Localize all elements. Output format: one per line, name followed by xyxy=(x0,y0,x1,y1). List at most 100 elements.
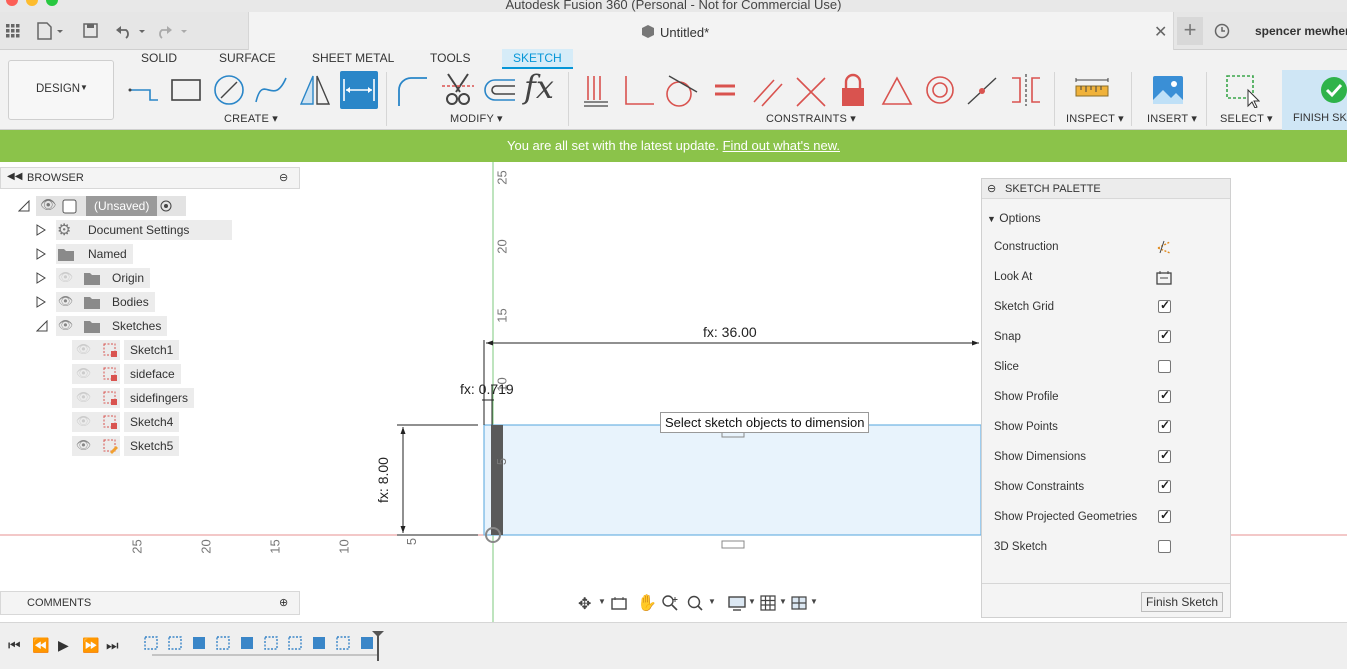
measure-ruler-icon[interactable] xyxy=(1074,72,1110,108)
zoom-window-icon[interactable] xyxy=(687,595,703,611)
parallel-constraint-icon[interactable] xyxy=(750,72,786,108)
redo-icon[interactable] xyxy=(157,23,189,39)
concentric-constraint-icon[interactable] xyxy=(922,72,958,108)
perpendicular-constraint-icon[interactable] xyxy=(620,72,656,108)
expanded-arrow-icon[interactable] xyxy=(36,320,48,332)
close-tab-icon[interactable]: ✕ xyxy=(1154,22,1167,42)
spline-tool-icon[interactable] xyxy=(253,72,289,108)
small-dimension-value[interactable]: fx: 0.719 xyxy=(460,381,514,397)
hidden-eye-icon[interactable]: 👁 xyxy=(58,270,73,284)
snap-checkbox[interactable] xyxy=(1158,328,1171,343)
sketch-grid-checkbox[interactable] xyxy=(1158,298,1171,313)
add-comment-icon[interactable]: ⊕ xyxy=(279,596,288,609)
undo-icon[interactable] xyxy=(115,23,147,39)
document-tab[interactable]: Untitled* ✕ xyxy=(248,12,1174,50)
trim-tool-icon[interactable] xyxy=(440,72,476,108)
zoom-icon[interactable] xyxy=(662,595,678,611)
insert-menu[interactable]: INSERT ▾ xyxy=(1147,112,1197,125)
fix-lock-icon[interactable] xyxy=(835,72,871,108)
pan-hand-icon[interactable]: ✋ xyxy=(637,593,657,613)
finish-sketch-group[interactable]: FINISH SKE xyxy=(1282,70,1347,130)
visibility-eye-icon[interactable]: 👁 xyxy=(40,197,57,213)
browser-root-node[interactable]: 👁 (Unsaved) xyxy=(36,196,186,216)
apps-grid-icon[interactable] xyxy=(6,24,20,38)
visibility-eye-icon[interactable]: 👁 xyxy=(58,318,73,332)
user-account-button[interactable]: spencer mewhert xyxy=(1255,24,1347,38)
collinear-constraint-icon[interactable] xyxy=(964,72,1000,108)
save-icon[interactable] xyxy=(83,23,98,38)
symmetry-constraint-icon[interactable] xyxy=(1008,72,1044,108)
slice-checkbox[interactable] xyxy=(1158,360,1171,373)
3d-sketch-checkbox[interactable] xyxy=(1158,540,1171,553)
parameters-fx-icon[interactable]: fx xyxy=(524,68,560,106)
insert-image-icon[interactable] xyxy=(1150,72,1186,108)
go-to-end-icon[interactable]: ⏭ xyxy=(106,637,119,654)
chevron-down-icon[interactable]: ▼ xyxy=(779,597,787,606)
modify-menu[interactable]: MODIFY ▾ xyxy=(450,112,503,125)
hidden-eye-icon[interactable]: 👁 xyxy=(76,366,91,380)
options-section-toggle[interactable]: ▼ Options xyxy=(987,211,1041,225)
minimize-panel-icon[interactable]: ⊖ xyxy=(279,171,288,184)
tab-solid[interactable]: SOLID xyxy=(141,51,177,65)
chevron-down-icon[interactable]: ▼ xyxy=(748,597,756,606)
create-menu[interactable]: CREATE ▾ xyxy=(224,112,278,125)
tab-sketch[interactable]: SKETCH xyxy=(502,49,573,69)
perpendicular-cross-icon[interactable] xyxy=(793,72,829,108)
height-dimension-value[interactable]: fx: 8.00 xyxy=(375,457,391,503)
fillet-tool-icon[interactable] xyxy=(395,72,431,108)
tab-tools[interactable]: TOOLS xyxy=(430,51,470,65)
expanded-arrow-icon[interactable] xyxy=(18,200,30,212)
activate-radio-icon[interactable] xyxy=(160,200,172,212)
select-menu[interactable]: SELECT ▾ xyxy=(1220,112,1273,125)
display-settings-icon[interactable] xyxy=(728,595,746,611)
hidden-eye-icon[interactable]: 👁 xyxy=(76,414,91,428)
look-at-icon[interactable] xyxy=(1156,269,1172,285)
step-back-icon[interactable]: ⏪ xyxy=(32,637,49,654)
viewports-icon[interactable] xyxy=(791,595,807,611)
show-points-checkbox[interactable] xyxy=(1158,418,1171,433)
offset-tool-icon[interactable] xyxy=(481,72,517,108)
visibility-eye-icon[interactable]: 👁 xyxy=(58,294,73,308)
orbit-icon[interactable]: ✥ xyxy=(578,594,591,614)
select-window-icon[interactable] xyxy=(1224,72,1260,108)
show-dimensions-checkbox[interactable] xyxy=(1158,448,1171,463)
rectangle-tool-icon[interactable] xyxy=(168,72,204,108)
timeline-features[interactable] xyxy=(140,631,390,665)
collapsed-arrow-icon[interactable] xyxy=(36,248,46,260)
hidden-eye-icon[interactable]: 👁 xyxy=(76,390,91,404)
coincident-constraint-icon[interactable] xyxy=(578,72,614,108)
hidden-eye-icon[interactable]: 👁 xyxy=(76,342,91,356)
sketch-dimension-tool-button[interactable] xyxy=(340,71,378,109)
equal-constraint-icon[interactable] xyxy=(707,72,743,108)
tangent-constraint-icon[interactable] xyxy=(663,72,699,108)
show-constraints-checkbox[interactable] xyxy=(1158,478,1171,493)
go-to-start-icon[interactable]: ⏮ xyxy=(8,637,21,654)
construction-icon[interactable] xyxy=(1156,239,1172,255)
mirror-tool-icon[interactable] xyxy=(297,72,333,108)
play-icon[interactable]: ▶ xyxy=(58,637,69,654)
chevron-down-icon[interactable]: ▼ xyxy=(708,597,716,606)
chevron-down-icon[interactable]: ▼ xyxy=(598,597,606,606)
tab-surface[interactable]: SURFACE xyxy=(219,51,276,65)
step-forward-icon[interactable]: ⏩ xyxy=(82,637,99,654)
job-status-icon[interactable] xyxy=(1214,23,1230,39)
show-projected-geometries-checkbox[interactable] xyxy=(1158,508,1171,523)
finish-sketch-button[interactable]: Finish Sketch xyxy=(1141,592,1224,612)
minimize-palette-icon[interactable]: ⊖ xyxy=(987,182,996,195)
comments-panel-header[interactable]: COMMENTS ⊕ xyxy=(0,591,300,615)
inspect-menu[interactable]: INSPECT ▾ xyxy=(1066,112,1124,125)
tab-sheet-metal[interactable]: SHEET METAL xyxy=(312,51,394,65)
look-at-icon[interactable] xyxy=(611,596,627,610)
new-tab-button[interactable]: + xyxy=(1177,17,1203,45)
circle-tool-icon[interactable] xyxy=(211,72,247,108)
grid-snaps-icon[interactable] xyxy=(760,595,776,611)
line-tool-icon[interactable] xyxy=(126,72,162,108)
file-menu-icon[interactable] xyxy=(37,22,65,40)
workspace-switcher[interactable]: DESIGN ▼ xyxy=(8,60,114,120)
chevron-down-icon[interactable]: ▼ xyxy=(810,597,818,606)
collapsed-arrow-icon[interactable] xyxy=(36,224,46,236)
collapse-panel-icon[interactable]: ◀◀ xyxy=(7,171,22,182)
midpoint-constraint-icon[interactable] xyxy=(879,72,915,108)
width-dimension-value[interactable]: fx: 36.00 xyxy=(703,324,757,340)
visibility-eye-icon[interactable]: 👁 xyxy=(76,438,91,452)
